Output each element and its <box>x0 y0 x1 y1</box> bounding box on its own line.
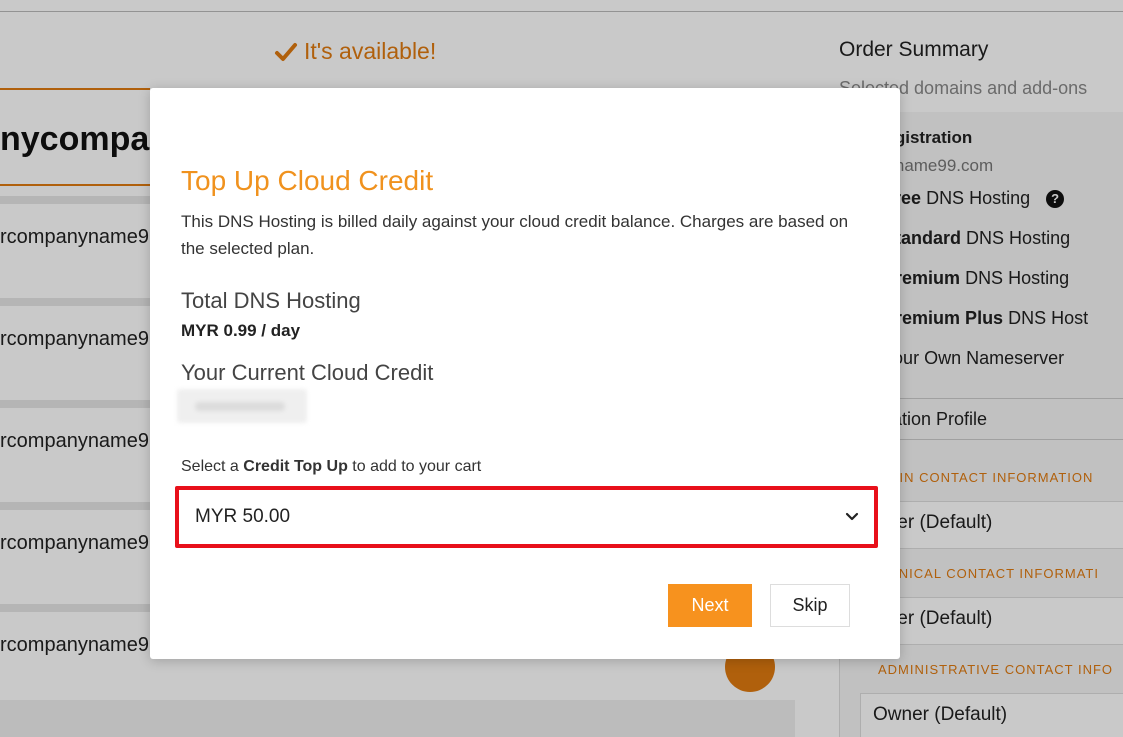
skip-button[interactable]: Skip <box>770 584 850 627</box>
credit-top-up-highlight: MYR 50.00 <box>175 486 878 548</box>
label-suffix: to add to your cart <box>347 458 482 475</box>
total-dns-label: Total DNS Hosting <box>181 288 361 313</box>
credit-top-up-select[interactable]: MYR 50.00 <box>179 490 874 544</box>
top-up-modal: Top Up Cloud Credit This DNS Hosting is … <box>150 88 900 659</box>
next-button[interactable]: Next <box>668 584 752 627</box>
credit-top-up-label: Select a Credit Top Up to add to your ca… <box>181 458 481 476</box>
total-dns-value: MYR 0.99 / day <box>181 321 301 340</box>
modal-description: This DNS Hosting is billed daily against… <box>181 212 849 258</box>
current-credit-label: Your Current Cloud Credit <box>181 360 434 385</box>
selected-credit-option: MYR 50.00 <box>195 506 291 527</box>
chevron-down-icon <box>845 512 859 521</box>
label-emphasis: Credit Top Up <box>243 458 348 475</box>
label-prefix: Select a <box>181 458 244 475</box>
current-credit-value-redacted <box>177 389 307 423</box>
modal-title: Top Up Cloud Credit <box>181 165 434 196</box>
